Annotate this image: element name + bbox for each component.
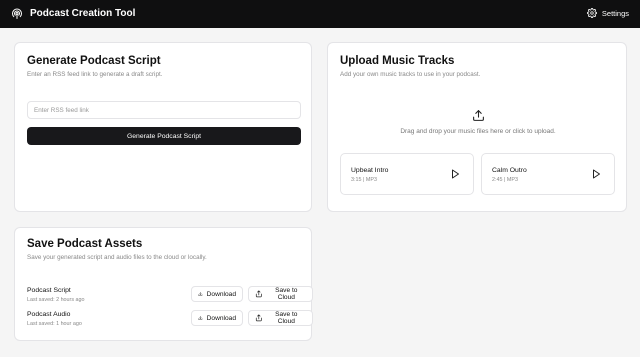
generate-script-button[interactable]: Generate Podcast Script bbox=[27, 127, 301, 145]
asset-last-saved: Last saved: 2 hours ago bbox=[27, 297, 85, 303]
rss-feed-input[interactable] bbox=[27, 101, 301, 119]
download-label: Download bbox=[206, 290, 236, 298]
gear-icon bbox=[586, 8, 597, 18]
settings-label: Settings bbox=[601, 8, 629, 18]
share-upload-icon bbox=[255, 290, 262, 298]
track-card: Calm Outro 2:45 | MP3 bbox=[481, 153, 615, 195]
save-to-cloud-label: Save to Cloud bbox=[275, 287, 298, 301]
track-meta: 2:45 | MP3 bbox=[492, 177, 518, 183]
track-meta: 3:15 | MP3 bbox=[351, 177, 377, 183]
download-icon bbox=[198, 316, 203, 320]
asset-row: Podcast Audio Last saved: 1 hour ago Dow… bbox=[27, 310, 313, 330]
save-to-cloud-label: Save to Cloud bbox=[275, 311, 298, 325]
asset-row: Podcast Script Last saved: 2 hours ago D… bbox=[27, 286, 313, 306]
save-assets-description: Save your generated script and audio fil… bbox=[27, 254, 207, 261]
download-button[interactable]: Download bbox=[191, 286, 243, 302]
track-name: Upbeat Intro bbox=[351, 167, 389, 174]
play-icon[interactable] bbox=[449, 168, 461, 180]
share-upload-icon bbox=[255, 314, 262, 322]
download-button[interactable]: Download bbox=[191, 310, 243, 326]
save-assets-title: Save Podcast Assets bbox=[27, 238, 143, 250]
save-to-cloud-button[interactable]: Save to Cloud bbox=[248, 310, 313, 326]
music-dropzone[interactable]: Drag and drop your music files here or c… bbox=[340, 99, 616, 145]
save-assets-card: Save Podcast Assets Save your generated … bbox=[14, 227, 313, 341]
generate-script-card: Generate Podcast Script Enter an RSS fee… bbox=[14, 42, 312, 212]
top-bar: Podcast Creation Tool Settings bbox=[0, 0, 640, 28]
settings-button[interactable]: Settings bbox=[586, 8, 629, 18]
asset-name: Podcast Script bbox=[27, 287, 71, 294]
asset-last-saved: Last saved: 1 hour ago bbox=[27, 321, 82, 327]
save-to-cloud-button[interactable]: Save to Cloud bbox=[248, 286, 313, 302]
track-name: Calm Outro bbox=[492, 167, 527, 174]
app-title: Podcast Creation Tool bbox=[30, 8, 136, 19]
podcast-icon bbox=[12, 8, 22, 19]
generate-script-title: Generate Podcast Script bbox=[27, 55, 161, 67]
download-icon bbox=[198, 292, 203, 296]
track-card: Upbeat Intro 3:15 | MP3 bbox=[340, 153, 474, 195]
upload-music-description: Add your own music tracks to use in your… bbox=[340, 71, 481, 78]
generate-script-description: Enter an RSS feed link to generate a dra… bbox=[27, 71, 163, 78]
download-label: Download bbox=[206, 314, 236, 322]
asset-name: Podcast Audio bbox=[27, 311, 71, 318]
upload-music-title: Upload Music Tracks bbox=[340, 55, 455, 67]
play-icon[interactable] bbox=[590, 168, 602, 180]
upload-music-card: Upload Music Tracks Add your own music t… bbox=[327, 42, 627, 212]
dropzone-text: Drag and drop your music files here or c… bbox=[400, 128, 556, 135]
upload-icon bbox=[472, 110, 484, 121]
